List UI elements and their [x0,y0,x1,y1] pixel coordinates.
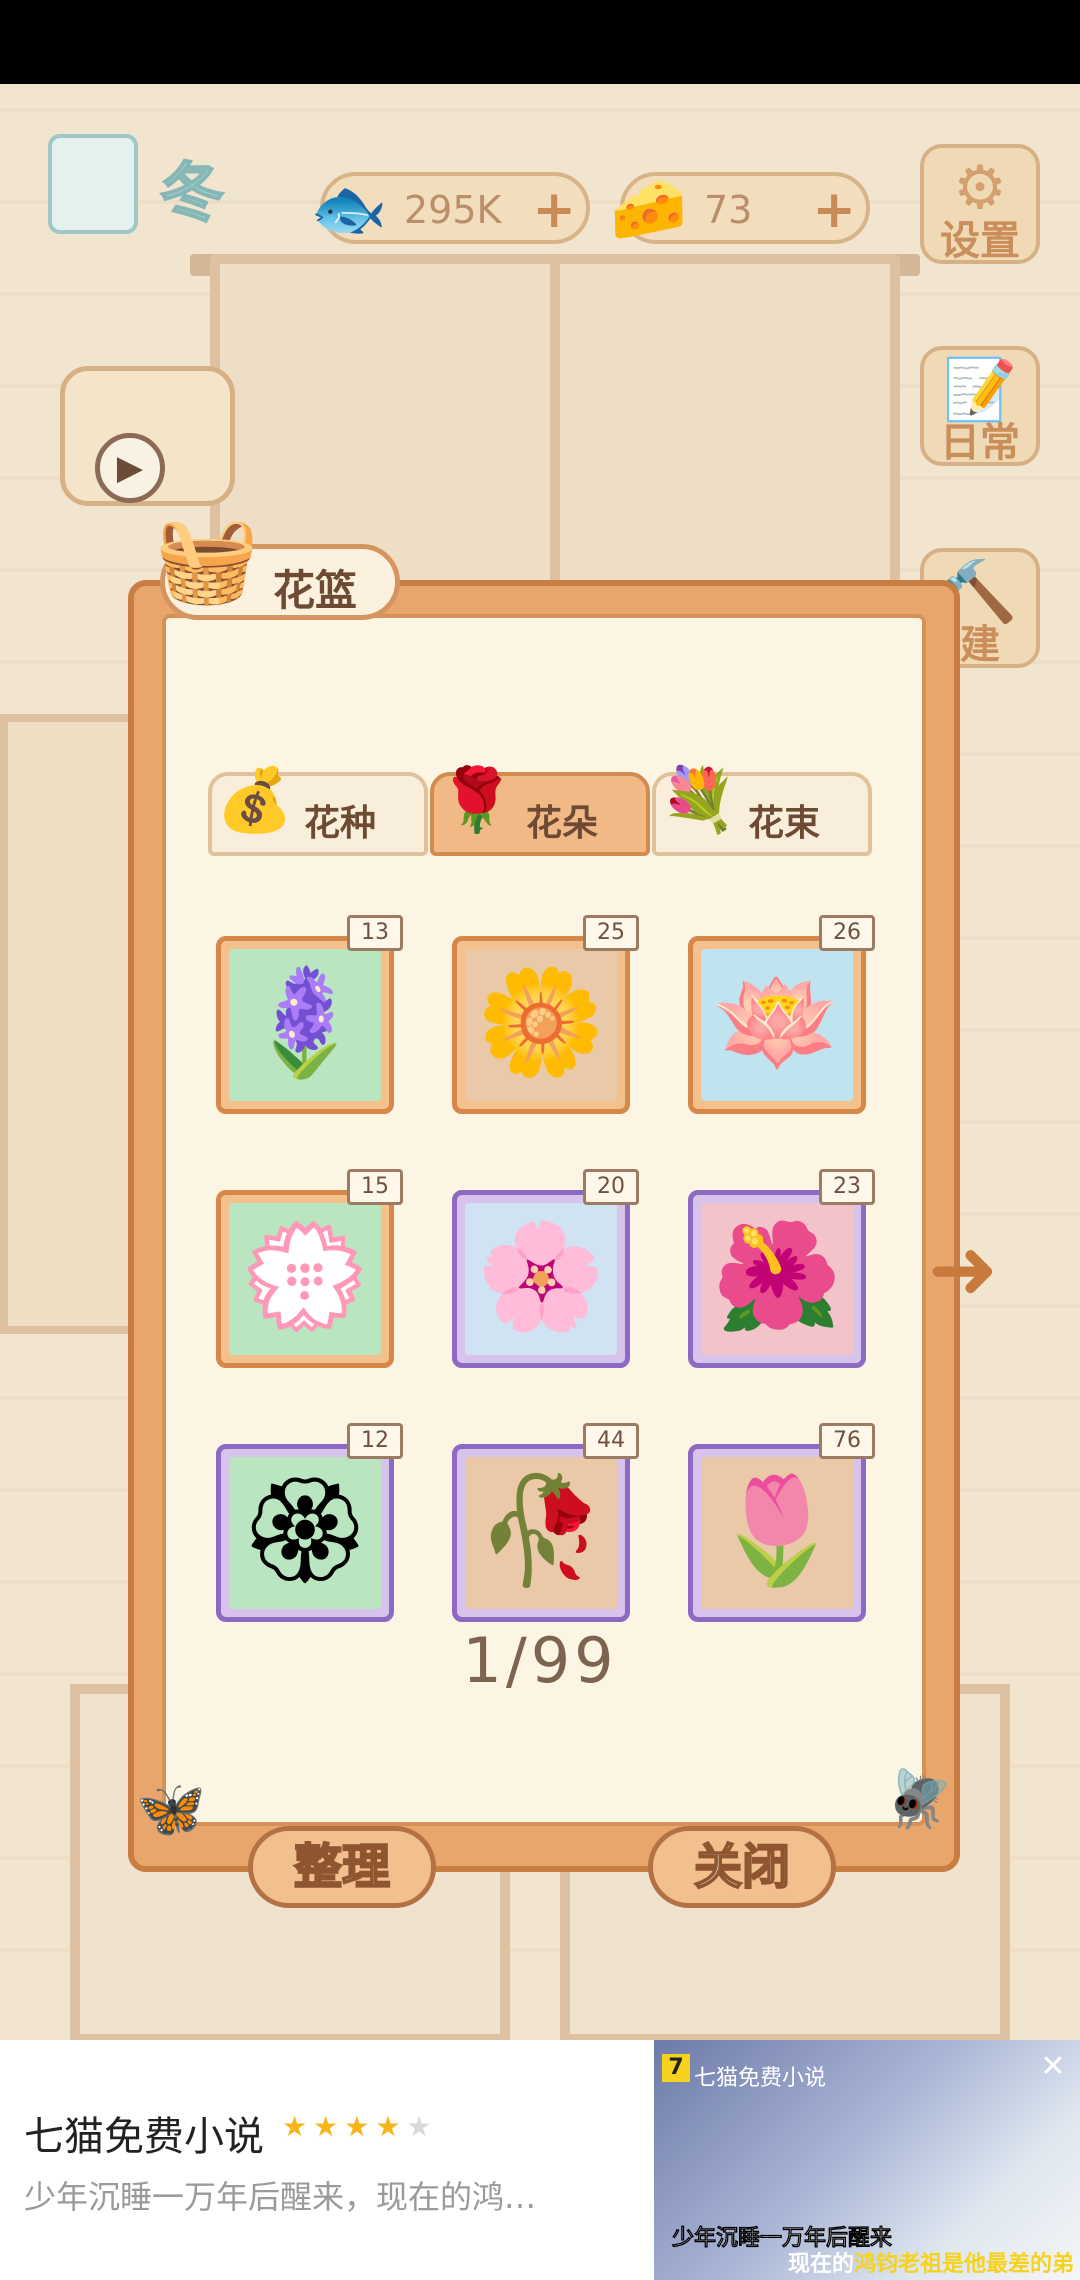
item-count-badge: 20 [583,1169,639,1205]
fish-bone-icon: 🐟 [310,172,388,245]
season-label: 冬 [159,156,225,232]
star-icon: ★ [313,2110,345,2143]
flower-slot[interactable]: 🪻 13 [216,915,403,1114]
category-tabs: 💰 花种 🌹 花朵 💐 花束 [208,758,872,856]
item-count-badge: 76 [819,1423,875,1459]
star-icon: ★ [344,2110,376,2143]
flower-icon: 🪻 [240,961,370,1083]
dialog-title: 花篮 [273,566,358,615]
ad-title[interactable]: 七猫免费小说 [24,2104,264,2162]
daily-button[interactable]: 📝 日常 [920,346,1040,466]
play-icon: ▶ [95,433,165,503]
flower-icon: 🌸 [476,1215,606,1337]
item-count-badge: 15 [347,1169,403,1205]
flower-icon: 🌺 [712,1215,842,1337]
flower-icon: 🏵 [238,1469,372,1591]
winter-tree-icon [48,134,138,234]
flower-slot[interactable]: 🏵 12 [216,1423,403,1622]
sort-button[interactable]: 整理 [248,1826,436,1908]
bouquet-icon: 💐 [660,763,738,836]
tab-label: 花束 [748,803,821,844]
tab-label: 花种 [304,803,377,844]
fish-currency: 🐟 295K + [310,172,590,245]
flower-picture: 💮 [229,1203,381,1355]
settings-label: 设置 [940,218,1020,264]
cheese-currency: 🧀 73 + [610,172,870,245]
add-cheese-button[interactable]: + [812,184,856,236]
tab-seeds[interactable]: 💰 花种 [208,763,428,856]
ad-description[interactable]: 少年沉睡一万年后醒来，现在的鸿… [24,2172,614,2218]
star-icon: ★ [282,2110,314,2143]
flower-slot[interactable]: 🌷 76 [688,1423,875,1622]
dragonfly-icon: 🪰 [884,1767,954,1832]
flower-slot[interactable]: 💮 15 [216,1169,403,1368]
item-count-badge: 26 [819,915,875,951]
game-scene: 冬 🐟 295K + 🧀 73 + ⚙ 设置 📝 日常 🔨 建 ▶ 花篮 🧺 💰… [0,84,1080,2040]
flower-picture: 🌷 [701,1457,853,1609]
close-button[interactable]: 关闭 [648,1826,836,1908]
tab-flowers[interactable]: 🌹 花朵 [430,763,650,856]
next-page-arrow-icon[interactable]: ➜ [928,1224,1004,1314]
video-reward-button[interactable]: ▶ [60,366,235,506]
flower-icon: 🪷 [712,961,842,1083]
add-fish-button[interactable]: + [532,184,576,236]
item-count-badge: 23 [819,1169,875,1205]
flower-picture: 🪻 [229,949,381,1101]
ad-rating: ★★★★★ [282,2110,438,2143]
cheese-icon: 🧀 [610,172,688,245]
flower-picture: 🏵 [229,1457,381,1609]
item-count-badge: 13 [347,915,403,951]
rose-icon: 🌹 [438,763,516,836]
item-count-badge: 25 [583,915,639,951]
flower-icon: 💮 [240,1215,370,1337]
page-indicator: 1/99 [462,1624,618,1697]
ad-banner[interactable]: 七猫免费小说 ★★★★★ 少年沉睡一万年后醒来，现在的鸿… 7 七猫免费小说 ✕… [0,2040,1080,2280]
tab-label: 花朵 [526,803,599,844]
flower-picture: 🥀 [465,1457,617,1609]
flower-icon: 🌼 [476,961,606,1083]
flower-picture: 🌸 [465,1203,617,1355]
close-label: 关闭 [693,1838,791,1896]
flower-icon: 🥀 [476,1469,606,1591]
item-count-badge: 44 [583,1423,639,1459]
flower-icon: 🌷 [712,1469,842,1591]
ad-caption-prefix: 现在的 [788,2252,855,2277]
ad-image[interactable]: 7 七猫免费小说 ✕ 少年沉睡一万年后醒来 现在的鸿钧老祖是他最差的弟子 [654,2040,1080,2280]
flower-picture: 🌺 [701,1203,853,1355]
app-logo-icon: 7 [662,2054,690,2082]
close-icon[interactable]: ✕ [1036,2050,1070,2084]
tab-bouquets[interactable]: 💐 花束 [652,763,872,856]
flower-slot[interactable]: 🌺 23 [688,1169,875,1368]
flower-picture: 🪷 [701,949,853,1101]
seed-bag-icon: 💰 [216,763,294,836]
daily-label: 日常 [940,420,1020,466]
item-count-badge: 12 [347,1423,403,1459]
flower-slot[interactable]: 🌼 25 [452,915,639,1114]
ad-brand: 七猫免费小说 [694,2066,827,2091]
status-bar [0,0,1080,84]
star-icon: ★ [406,2110,438,2143]
flower-grid: 🪻 13 🌼 25 🪷 26 💮 15 🌸 20 🌺 23 🏵 12 🥀 44 🌷 76 [216,915,875,1626]
fish-value: 295K [404,188,502,232]
cheese-value: 73 [704,188,753,232]
season-badge: 冬 [40,124,270,244]
star-icon: ★ [375,2110,407,2143]
flower-picture: 🌼 [465,949,617,1101]
sort-label: 整理 [293,1838,391,1896]
butterfly-icon: 🦋 [136,1777,206,1842]
flower-slot[interactable]: 🌸 20 [452,1169,639,1368]
flower-slot[interactable]: 🪷 26 [688,915,875,1114]
basket-icon: 🧺 [154,510,260,608]
ad-caption-line2: 现在的鸿钧老祖是他最差的弟子 [788,2246,1080,2280]
flower-slot[interactable]: 🥀 44 [452,1423,639,1622]
settings-button[interactable]: ⚙ 设置 [920,144,1040,264]
